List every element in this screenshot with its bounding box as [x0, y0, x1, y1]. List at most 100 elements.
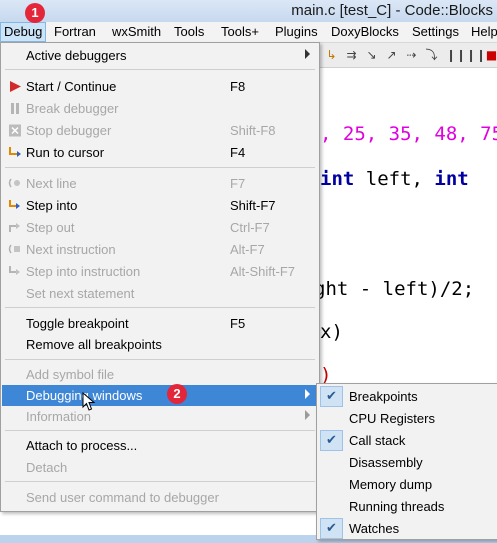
item-shortcut: Ctrl-F7	[230, 220, 270, 235]
code-line-mid: ght - left)/2;	[314, 278, 474, 300]
item-label: Step out	[26, 220, 75, 235]
param-left: left,	[354, 168, 435, 190]
menu-remove-all-breakpoints[interactable]: Remove all breakpoints	[2, 334, 318, 355]
menu-tools-plus[interactable]: Tools+	[221, 24, 259, 39]
item-shortcut: F7	[230, 176, 246, 191]
pause-icon	[11, 103, 19, 114]
menu-attach-to-process[interactable]: Attach to process...	[2, 435, 318, 456]
stop-icon	[9, 124, 21, 137]
separator	[5, 307, 315, 308]
item-label: Next line	[26, 176, 77, 191]
step-into-icon	[9, 200, 20, 209]
code-line-x: x)	[320, 321, 343, 343]
menu-wxsmith[interactable]: wxSmith	[112, 24, 161, 39]
menu-start-continue[interactable]: Start / Continue F8	[2, 76, 318, 97]
item-label: Running threads	[349, 499, 445, 514]
menu-add-symbol-file[interactable]: Add symbol file	[2, 364, 318, 385]
submenu-arrow-icon	[305, 389, 310, 399]
code-line-params: int left, int	[320, 168, 469, 190]
item-label: Memory dump	[349, 477, 433, 492]
submenu-item-call-stack[interactable]: ✔ Call stack	[318, 429, 497, 451]
menu-detach[interactable]: Detach	[2, 457, 318, 478]
item-label: Active debuggers	[26, 48, 127, 63]
debug-toolbar: ↳ ⇉ ↘ ↗ ⇢ ⤵ ❙❙ ❙❙ ■	[318, 43, 497, 68]
submenu-arrow-icon	[305, 49, 310, 59]
next-line-icon	[8, 178, 20, 188]
item-label: Break debugger	[26, 101, 119, 116]
item-label: Watches	[349, 521, 400, 536]
title-bar: main.c [test_C] - Code::Blocks	[0, 0, 497, 22]
menu-run-to-cursor[interactable]: Run to cursor F4	[2, 142, 318, 163]
keyword-int: int	[434, 168, 469, 190]
run-to-cursor-icon[interactable]: ↳	[324, 48, 339, 62]
submenu-item-cpu-registers[interactable]: CPU Registers	[318, 407, 497, 429]
step-badge-2: 2	[167, 384, 187, 404]
item-label: Add symbol file	[26, 367, 115, 382]
item-label: Step into instruction	[26, 264, 141, 279]
separator	[5, 430, 315, 431]
item-label: Run to cursor	[26, 145, 105, 160]
mid-expression: ght - left)/2;	[314, 278, 475, 300]
menu-doxyblocks[interactable]: DoxyBlocks	[331, 24, 399, 39]
menu-next-instruction[interactable]: Next instruction Alt-F7	[2, 239, 318, 260]
separator	[5, 69, 315, 70]
item-label: Attach to process...	[26, 438, 138, 453]
next-instruction-icon[interactable]: ⇢	[404, 48, 419, 62]
item-label: Toggle breakpoint	[26, 316, 129, 331]
item-label: Set next statement	[26, 286, 135, 301]
menu-stop-debugger[interactable]: Stop debugger Shift-F8	[2, 120, 318, 141]
debugging-windows-submenu: ✔ Breakpoints CPU Registers ✔ Call stack…	[316, 383, 497, 540]
item-label: Call stack	[349, 433, 406, 448]
menu-toggle-breakpoint[interactable]: Toggle breakpoint F5	[2, 313, 318, 334]
step-out-icon	[9, 223, 20, 232]
menu-debugging-windows[interactable]: Debugging windows	[2, 385, 318, 406]
step-out-icon[interactable]: ↗	[384, 48, 399, 62]
submenu-item-memory-dump[interactable]: Memory dump	[318, 473, 497, 495]
menu-step-into[interactable]: Step into Shift-F7	[2, 195, 318, 216]
menu-settings[interactable]: Settings	[412, 24, 459, 39]
code-line-array: , 25, 35, 48, 75	[320, 123, 497, 145]
separator	[5, 167, 315, 168]
stop-icon[interactable]: ■	[484, 48, 497, 62]
submenu-arrow-icon	[305, 410, 310, 420]
step-into-instruction-icon[interactable]: ⤵	[424, 48, 439, 62]
submenu-item-running-threads[interactable]: Running threads	[318, 495, 497, 517]
menu-send-user-command[interactable]: Send user command to debugger	[2, 487, 318, 508]
menu-debug[interactable]: Debug	[0, 22, 47, 42]
menu-set-next-statement[interactable]: Set next statement	[2, 283, 318, 304]
item-shortcut: Shift-F8	[230, 123, 276, 138]
submenu-item-watches[interactable]: ✔ Watches	[318, 517, 497, 539]
x-expression: x)	[320, 321, 343, 343]
item-label: Detach	[26, 460, 68, 475]
item-shortcut: F5	[230, 316, 246, 331]
menu-step-out[interactable]: Step out Ctrl-F7	[2, 217, 318, 238]
window-title: main.c [test_C] - Code::Blocks	[291, 2, 493, 19]
menu-help[interactable]: Help	[471, 24, 497, 39]
submenu-item-disassembly[interactable]: Disassembly	[318, 451, 497, 473]
mouse-cursor-icon	[82, 392, 96, 411]
menu-break-debugger[interactable]: Break debugger	[2, 98, 318, 119]
next-line-icon[interactable]: ⇉	[344, 48, 359, 62]
separator	[5, 359, 315, 360]
pause-icon[interactable]: ❙❙	[466, 48, 486, 62]
step-into-instruction-icon	[9, 266, 20, 275]
menu-fortran[interactable]: Fortran	[54, 24, 96, 39]
check-icon: ✔	[320, 430, 343, 451]
menu-next-line[interactable]: Next line F7	[2, 173, 318, 194]
array-values: , 25, 35, 48, 75	[320, 123, 497, 145]
menu-step-into-instruction[interactable]: Step into instruction Alt-Shift-F7	[2, 261, 318, 282]
menu-plugins[interactable]: Plugins	[275, 24, 318, 39]
break-icon[interactable]: ❙❙	[446, 48, 466, 62]
item-label: Remove all breakpoints	[26, 337, 162, 352]
item-label: Step into	[26, 198, 78, 213]
play-icon	[10, 81, 21, 92]
menu-tools[interactable]: Tools	[174, 24, 204, 39]
debug-menu: Active debuggers Start / Continue F8 Bre…	[0, 42, 320, 512]
item-label: Disassembly	[349, 455, 423, 470]
item-shortcut: F4	[230, 145, 246, 160]
submenu-item-breakpoints[interactable]: ✔ Breakpoints	[318, 385, 497, 407]
menu-information[interactable]: Information	[2, 406, 318, 427]
step-into-icon[interactable]: ↘	[364, 48, 379, 62]
separator	[5, 481, 315, 482]
menu-active-debuggers[interactable]: Active debuggers	[2, 45, 318, 66]
